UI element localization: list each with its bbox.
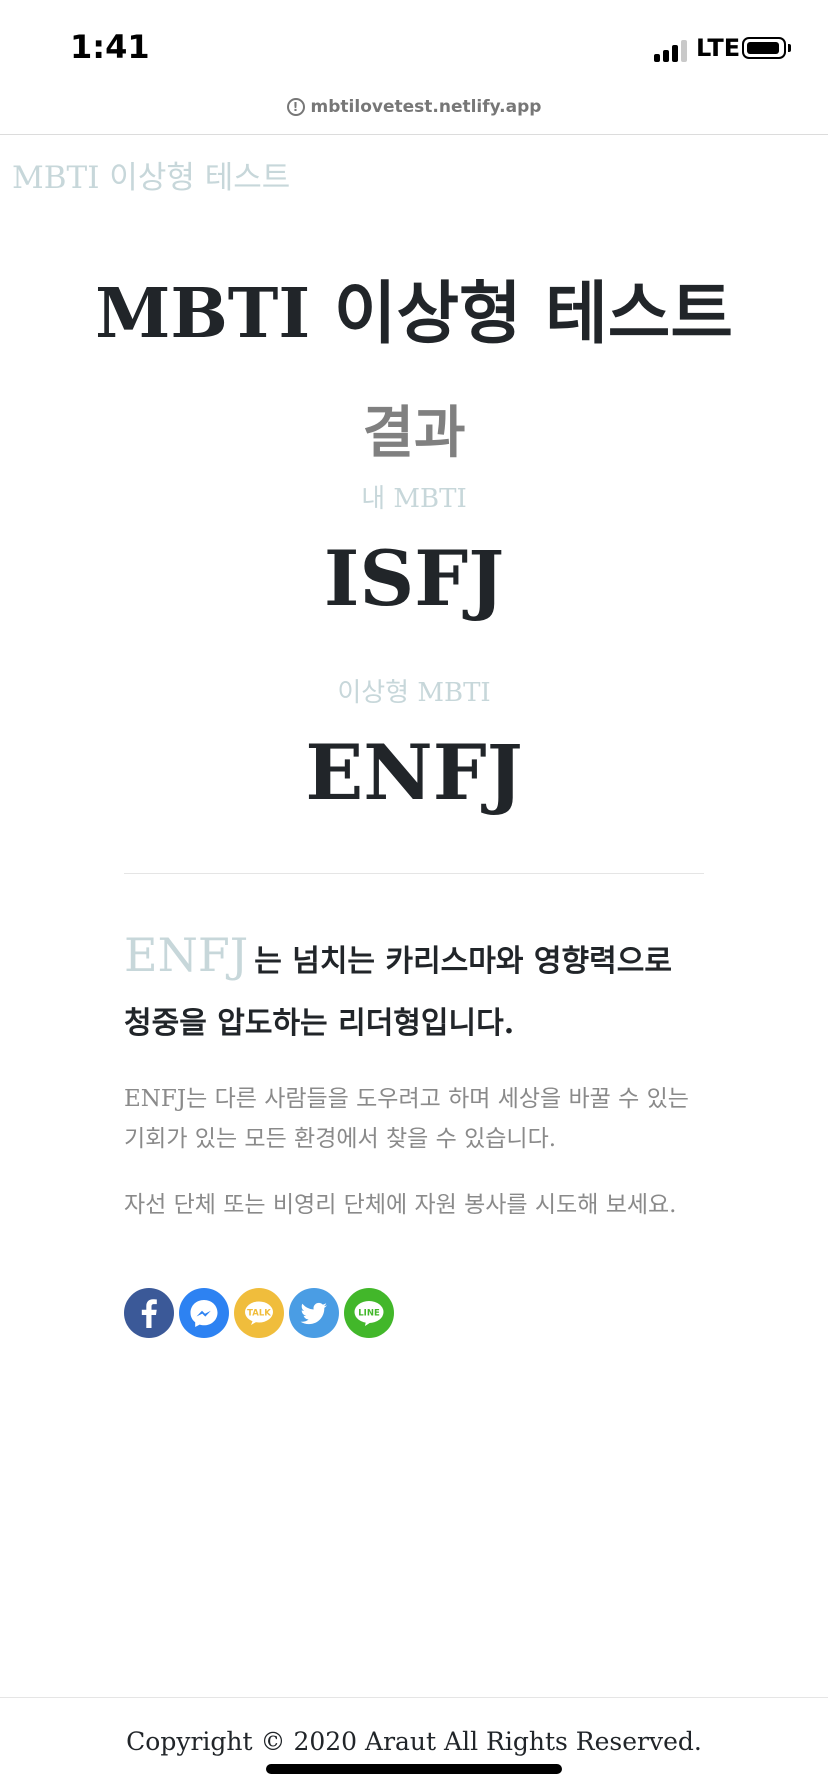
description-section: ENFJ 는 넘치는 카리스마와 영향력으로 청중을 압도하는 리더형입니다. E… <box>124 924 704 1225</box>
url-bar[interactable]: ! mbtilovetest.netlify.app <box>0 92 828 122</box>
ideal-mbti-value: ENFJ <box>305 728 523 817</box>
site-brand-link[interactable]: MBTI 이상형 테스트 <box>12 152 290 197</box>
page-title: MBTI 이상형 테스트 <box>95 274 733 354</box>
description-paragraph-2: 자선 단체 또는 비영리 단체에 자원 봉사를 시도해 보세요. <box>124 1192 677 1218</box>
twitter-icon <box>300 1302 327 1325</box>
description-headline: ENFJ 는 넘치는 카리스마와 영향력으로 청중을 압도하는 리더형입니다. <box>124 924 704 1055</box>
network-label: LTE <box>696 34 741 62</box>
line-icon: LINE <box>354 1301 384 1326</box>
messenger-icon <box>190 1300 218 1327</box>
kakaotalk-icon-text: TALK <box>247 1309 271 1319</box>
signal-icon <box>654 38 690 62</box>
line-icon-text: LINE <box>358 1309 380 1319</box>
footer-copyright: Copyright © 2020 Araut All Rights Reserv… <box>126 1727 702 1756</box>
footer-divider <box>0 1697 828 1698</box>
my-mbti-value: ISFJ <box>323 534 505 623</box>
description-type: ENFJ <box>124 928 249 982</box>
kakaotalk-share-button[interactable]: TALK <box>234 1288 284 1338</box>
status-time: 1:41 <box>70 28 150 66</box>
section-divider <box>124 873 704 874</box>
ideal-mbti-label: 이상형 MBTI <box>337 678 491 708</box>
facebook-share-button[interactable] <box>124 1288 174 1338</box>
messenger-share-button[interactable] <box>179 1288 229 1338</box>
info-icon: ! <box>286 98 305 116</box>
kakaotalk-icon: TALK <box>245 1301 273 1325</box>
twitter-share-button[interactable] <box>289 1288 339 1338</box>
status-bar: 1:41 LTE <box>0 0 828 100</box>
battery-icon <box>742 37 786 59</box>
battery-tip <box>788 44 791 52</box>
url-text: mbtilovetest.netlify.app <box>310 97 542 117</box>
result-heading: 결과 <box>362 400 466 466</box>
description-paragraph-1: ENFJ는 다른 사람들을 도우려고 하며 세상을 바꿀 수 있는 기회가 있는… <box>124 1086 689 1152</box>
line-share-button[interactable]: LINE <box>344 1288 394 1338</box>
home-indicator[interactable] <box>266 1764 562 1774</box>
my-mbti-label: 내 MBTI <box>361 484 467 514</box>
share-buttons: TALK LINE <box>124 1288 394 1338</box>
browser-divider <box>0 134 828 135</box>
facebook-icon <box>141 1299 157 1328</box>
